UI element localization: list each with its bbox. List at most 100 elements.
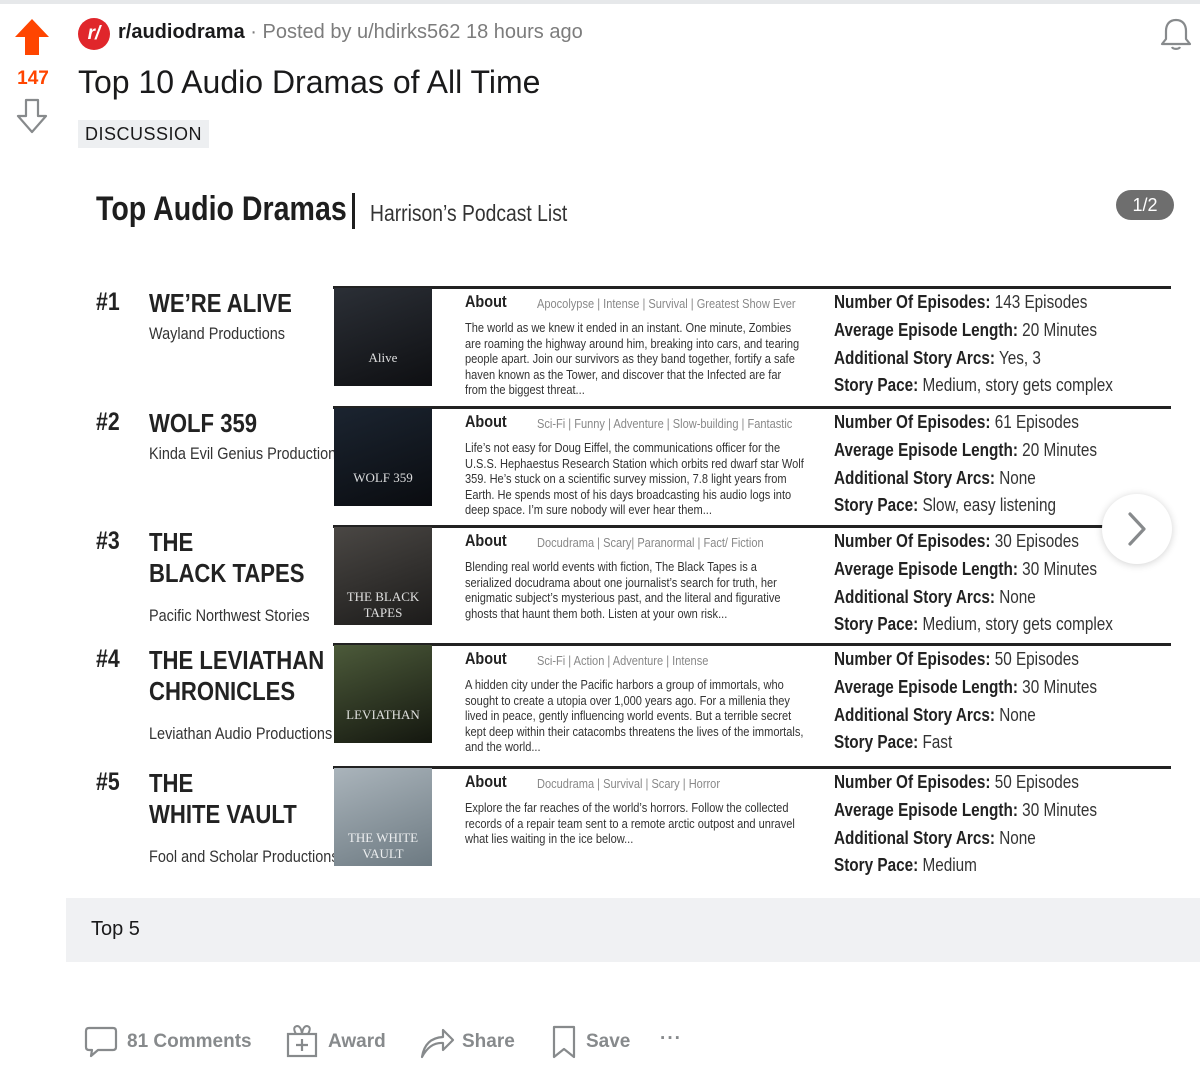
stat-value: 30 Minutes [1022, 559, 1098, 579]
entry-producer: Fool and Scholar Productions [149, 847, 339, 866]
stat-value: 20 Minutes [1022, 440, 1098, 460]
stat-value: 20 Minutes [1022, 320, 1098, 340]
stat-label: Number Of Episodes: [834, 412, 991, 432]
post-meta: r/audiodrama · Posted by u/hdirks562 18 … [118, 21, 583, 44]
award-icon [286, 1024, 318, 1058]
stat-label: Story Pace: [834, 495, 919, 515]
entry-stat: Additional Story Arcs: None [834, 587, 1036, 608]
entry-stat: Additional Story Arcs: None [834, 828, 1036, 849]
stat-label: Additional Story Arcs: [834, 348, 995, 368]
entry-stat: Story Pace: Medium [834, 855, 977, 876]
save-button[interactable]: Save [550, 1024, 640, 1060]
entry-stat: Number Of Episodes: 50 Episodes [834, 649, 1079, 670]
cover-art-text: Alive [368, 350, 398, 365]
entry-about: About Apocolypse | Intense | Survival | G… [465, 292, 835, 397]
downvote-arrow-icon[interactable] [16, 98, 48, 134]
gallery-caption-band: Top 5 [66, 898, 1200, 962]
stat-label: Average Episode Length: [834, 320, 1018, 340]
image-gallery[interactable]: Top Audio Dramas Harrison’s Podcast List… [66, 160, 1200, 896]
entry-rank: #1 [96, 288, 120, 316]
share-button[interactable]: Share [419, 1024, 524, 1060]
entry-cover-art: Alive [334, 288, 432, 386]
gallery-caption: Top 5 [91, 918, 140, 940]
entry-title-line: THE [149, 768, 194, 798]
entry-divider [333, 766, 1171, 769]
entry-title-line: BLACK TAPES [149, 558, 305, 588]
entry-cover-art: WOLF 359 [334, 408, 432, 506]
entry-tags: Docudrama | Scary| Paranormal | Fact/ Fi… [537, 535, 764, 550]
post-title[interactable]: Top 10 Audio Dramas of All Time [78, 64, 540, 101]
stat-label: Average Episode Length: [834, 800, 1018, 820]
stat-label: Number Of Episodes: [834, 772, 991, 792]
posted-by-link[interactable]: Posted by u/hdirks562 [263, 21, 461, 43]
about-heading: About [465, 531, 507, 550]
entry-stat: Number Of Episodes: 61 Episodes [834, 412, 1079, 433]
entry-producer: Pacific Northwest Stories [149, 606, 310, 625]
entry-divider [333, 525, 1171, 528]
entry-cover-art: LEVIATHAN [334, 645, 432, 743]
entry-stat: Story Pace: Medium, story gets complex [834, 375, 1113, 396]
entry-title-line: WE’RE ALIVE [149, 288, 292, 318]
entry-stat: Number Of Episodes: 50 Episodes [834, 772, 1079, 793]
stat-value: 50 Episodes [994, 649, 1079, 669]
cover-art-text: THE BLACK TAPES [346, 589, 420, 620]
entry-description: Blending real world events with fiction,… [465, 559, 781, 621]
entry-stat: Average Episode Length: 30 Minutes [834, 559, 1097, 580]
entry-description: The world as we knew it ended in an inst… [465, 320, 800, 398]
more-options-button[interactable]: ··· [658, 1024, 698, 1060]
post-actions: 81 Comments Award Share Save ··· [0, 1012, 1200, 1067]
post-time: 18 hours ago [465, 21, 583, 43]
gallery-next-button[interactable] [1102, 494, 1172, 564]
cover-art-text: LEVIATHAN [346, 707, 420, 722]
stat-value: None [999, 828, 1036, 848]
entry-title-line: CHRONICLES [149, 676, 296, 706]
entry-tags: Sci-Fi | Action | Adventure | Intense [537, 653, 709, 668]
stat-value: 50 Episodes [994, 772, 1079, 792]
drama-entry: #5 THE WHITE VAULT Fool and Scholar Product… [66, 766, 1200, 886]
stat-label: Story Pace: [834, 375, 919, 395]
stat-value: None [999, 587, 1036, 607]
entry-producer: Kinda Evil Genius Productions [149, 444, 344, 463]
gallery-counter: 1/2 [1116, 190, 1174, 220]
stat-label: Number Of Episodes: [834, 292, 991, 312]
entry-divider [333, 286, 1171, 289]
entry-title-line: WOLF 359 [149, 408, 258, 438]
entry-title-line: THE [149, 527, 194, 557]
stat-label: Number Of Episodes: [834, 649, 991, 669]
award-button[interactable]: Award [285, 1024, 395, 1060]
subreddit-icon[interactable]: r/ [78, 18, 110, 50]
stat-value: Medium [922, 855, 977, 875]
post-flair[interactable]: DISCUSSION [78, 120, 210, 148]
entry-producer: Leviathan Audio Productions [149, 724, 333, 743]
stat-value: Slow, easy listening [922, 495, 1056, 515]
entry-producer: Wayland Productions [149, 324, 286, 343]
entry-stat: Story Pace: Slow, easy listening [834, 495, 1056, 516]
entry-title: THE BLACK TAPES [149, 527, 305, 589]
entry-title: WOLF 359 [149, 408, 257, 439]
chevron-right-icon [1128, 512, 1146, 546]
entry-divider [333, 406, 1171, 409]
stat-value: 30 Minutes [1022, 800, 1098, 820]
entry-divider [333, 643, 1171, 646]
stat-label: Story Pace: [834, 855, 919, 875]
entry-description: Life’s not easy for Doug Eiffel, the com… [465, 440, 804, 518]
stat-label: Additional Story Arcs: [834, 705, 995, 725]
title-divider [352, 193, 355, 229]
share-label: Share [462, 1031, 515, 1052]
gallery-image-title: Top Audio Dramas [96, 190, 347, 228]
entry-about: About Sci-Fi | Action | Adventure | Inten… [465, 649, 835, 754]
bell-icon[interactable] [1158, 16, 1194, 52]
entry-tags: Sci-Fi | Funny | Adventure | Slow-buildi… [537, 416, 793, 431]
vote-score: 147 [17, 68, 49, 89]
subreddit-link[interactable]: r/audiodrama [118, 21, 245, 43]
about-heading: About [465, 292, 507, 311]
entry-rank: #2 [96, 408, 120, 436]
upvote-arrow-icon[interactable] [14, 18, 50, 56]
entry-stat: Average Episode Length: 20 Minutes [834, 320, 1097, 341]
more-icon: ··· [660, 1028, 682, 1049]
entry-stat: Number Of Episodes: 143 Episodes [834, 292, 1087, 313]
comments-button[interactable]: 81 Comments [84, 1024, 259, 1060]
entry-cover-art: THE BLACK TAPES [334, 527, 432, 625]
entry-title-line: THE LEVIATHAN [149, 645, 325, 675]
stat-label: Average Episode Length: [834, 677, 1018, 697]
